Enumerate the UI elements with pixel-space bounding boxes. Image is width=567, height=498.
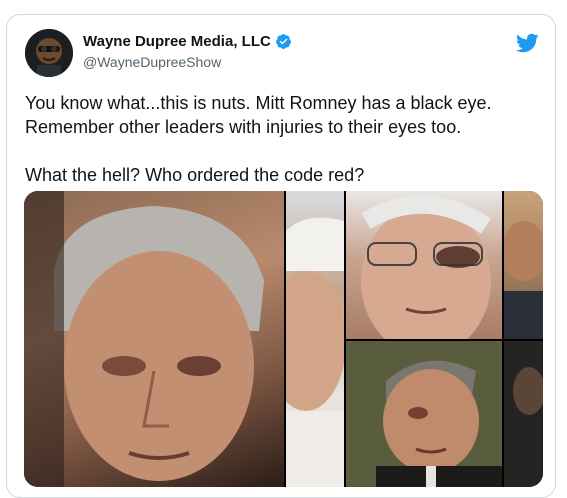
media-photo-3[interactable] (346, 191, 502, 339)
display-name[interactable]: Wayne Dupree Media, LLC (83, 33, 271, 50)
tweet-text: You know what...this is nuts. Mitt Romne… (25, 93, 492, 185)
photo-portrait-2 (286, 217, 344, 487)
name-row: Wayne Dupree Media, LLC (83, 33, 292, 50)
media-photo-2[interactable] (286, 191, 344, 487)
media-photo-5[interactable] (346, 341, 502, 487)
tweet-media-grid[interactable] (24, 191, 543, 487)
media-photo-6[interactable] (504, 341, 543, 487)
avatar-image (25, 29, 73, 77)
tweet-card[interactable]: Wayne Dupree Media, LLC @WayneDupreeShow… (6, 14, 556, 498)
avatar[interactable] (25, 29, 73, 77)
verified-badge-icon (275, 34, 291, 49)
photo-portrait-1 (24, 191, 264, 487)
photo-portrait-6 (504, 341, 543, 487)
photo-portrait-4 (504, 221, 543, 339)
media-photo-4[interactable] (504, 191, 543, 339)
photo-portrait-3 (361, 195, 491, 339)
photo-portrait-5 (346, 341, 502, 487)
handle[interactable]: @WayneDupreeShow (83, 54, 221, 70)
media-photo-1[interactable] (24, 191, 284, 487)
twitter-bird-icon[interactable] (515, 31, 539, 55)
